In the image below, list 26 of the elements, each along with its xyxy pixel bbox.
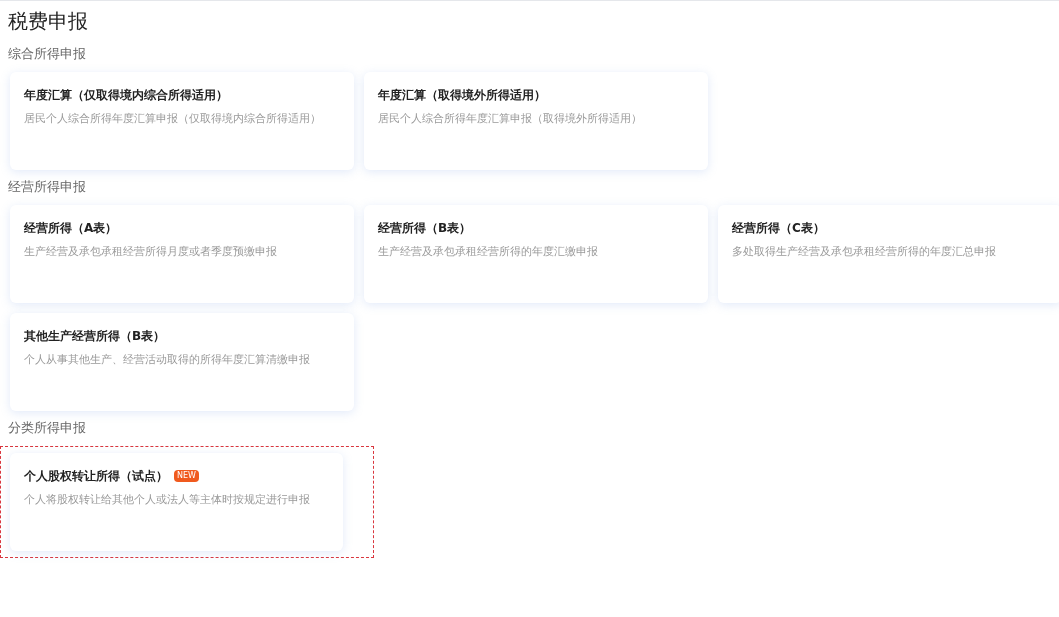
report-card[interactable]: 经营所得（B表） 生产经营及承包承租经营所得的年度汇缴申报 [364, 205, 708, 303]
report-card[interactable]: 经营所得（A表） 生产经营及承包承租经营所得月度或者季度预缴申报 [10, 205, 354, 303]
card-description: 生产经营及承包承租经营所得月度或者季度预缴申报 [24, 244, 278, 260]
card-description: 个人将股权转让给其他个人或法人等主体时按规定进行申报 [24, 492, 311, 508]
card-description: 生产经营及承包承租经营所得的年度汇缴申报 [378, 244, 599, 260]
card-title: 经营所得（A表） [24, 220, 118, 237]
section-heading: 经营所得申报 [8, 178, 86, 196]
card-description: 居民个人综合所得年度汇算申报（仅取得境内综合所得适用） [24, 111, 322, 127]
card-title: 其他生产经营所得（B表） [24, 328, 166, 345]
card-title: 年度汇算（取得境外所得适用） [378, 87, 546, 104]
report-card[interactable]: 其他生产经营所得（B表） 个人从事其他生产、经营活动取得的所得年度汇算清缴申报 [10, 313, 354, 411]
card-description: 居民个人综合所得年度汇算申报（取得境外所得适用） [378, 111, 643, 127]
card-title: 年度汇算（仅取得境内综合所得适用） [24, 87, 228, 104]
report-card[interactable]: 个人股权转让所得（试点） NEW 个人将股权转让给其他个人或法人等主体时按规定进行申报 [10, 453, 343, 551]
section-heading: 综合所得申报 [8, 45, 86, 63]
card-title: 经营所得（C表） [732, 220, 825, 237]
page-title: 税费申报 [8, 8, 88, 35]
card-title: 个人股权转让所得（试点） [24, 468, 168, 485]
section-heading: 分类所得申报 [8, 419, 86, 437]
new-badge: NEW [174, 470, 199, 482]
card-title: 经营所得（B表） [378, 220, 472, 237]
report-card[interactable]: 经营所得（C表） 多处取得生产经营及承包承租经营所得的年度汇总申报 [718, 205, 1059, 303]
report-card[interactable]: 年度汇算（仅取得境内综合所得适用） 居民个人综合所得年度汇算申报（仅取得境内综合所得适用） [10, 72, 354, 170]
report-card[interactable]: 年度汇算（取得境外所得适用） 居民个人综合所得年度汇算申报（取得境外所得适用） [364, 72, 708, 170]
card-description: 多处取得生产经营及承包承租经营所得的年度汇总申报 [732, 244, 997, 260]
card-description: 个人从事其他生产、经营活动取得的所得年度汇算清缴申报 [24, 352, 311, 368]
